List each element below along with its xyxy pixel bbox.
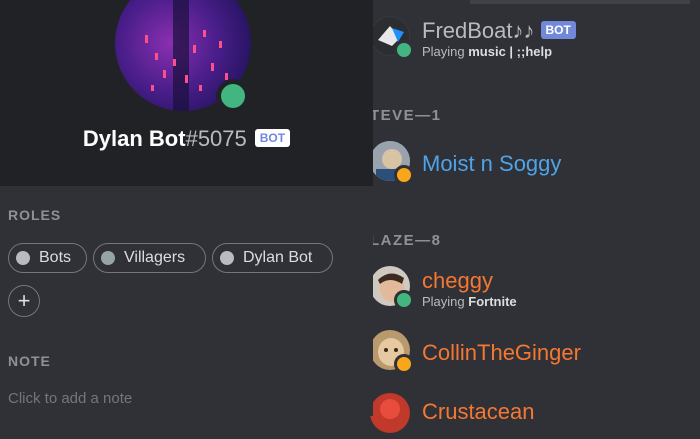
member-collintheginger[interactable]: CollinTheGinger xyxy=(370,330,700,376)
avatar xyxy=(370,393,410,433)
member-name: cheggy xyxy=(422,268,493,293)
bot-badge: BOT xyxy=(540,21,576,39)
member-cheggy[interactable]: cheggy Playing Fortnite xyxy=(370,266,700,312)
note-input[interactable]: Click to add a note xyxy=(8,390,132,407)
roles-title: ROLES xyxy=(8,207,62,223)
profile-header: Dylan Bot#5075 BOT xyxy=(0,0,373,186)
online-status-dot xyxy=(394,40,414,60)
idle-status-dot xyxy=(394,354,414,374)
member-activity: Playing Fortnite xyxy=(422,294,517,309)
user-profile-popout: Dylan Bot#5075 BOT ROLES Bots Villagers D… xyxy=(0,0,373,416)
avatar xyxy=(370,266,414,310)
member-fredboat[interactable]: FredBoat♪♪ BOT Playing music | ;;help xyxy=(370,16,700,62)
role-color-dot[interactable] xyxy=(101,251,115,265)
member-moist-n-soggy[interactable]: Moist n Soggy xyxy=(370,141,700,187)
role-group-header: LAZE—8 xyxy=(370,232,442,249)
role-color-dot[interactable] xyxy=(16,251,30,265)
idle-status-dot xyxy=(394,165,414,185)
member-name: CollinTheGinger xyxy=(422,340,581,365)
avatar xyxy=(370,330,414,374)
role-group-header: TEVE—1 xyxy=(370,107,442,124)
member-name: FredBoat♪♪ BOT xyxy=(422,18,576,44)
add-role-button[interactable]: + xyxy=(8,285,40,317)
avatar xyxy=(370,16,414,60)
selected-row-edge xyxy=(470,0,690,4)
profile-username: Dylan Bot#5075 BOT xyxy=(0,126,373,152)
bot-badge: BOT xyxy=(254,129,291,147)
role-color-dot[interactable] xyxy=(220,251,234,265)
role-pill-dylan-bot[interactable]: Dylan Bot xyxy=(212,243,333,273)
online-status-dot xyxy=(216,79,250,113)
online-status-dot xyxy=(394,290,414,310)
role-pill-bots[interactable]: Bots xyxy=(8,243,87,273)
avatar xyxy=(370,141,414,185)
member-activity: Playing music | ;;help xyxy=(422,44,553,59)
member-name: Moist n Soggy xyxy=(422,151,562,176)
member-crustacean[interactable]: Crustacean xyxy=(370,393,700,439)
note-title: NOTE xyxy=(8,353,51,369)
member-name: Crustacean xyxy=(422,399,535,424)
role-pill-villagers[interactable]: Villagers xyxy=(93,243,206,273)
